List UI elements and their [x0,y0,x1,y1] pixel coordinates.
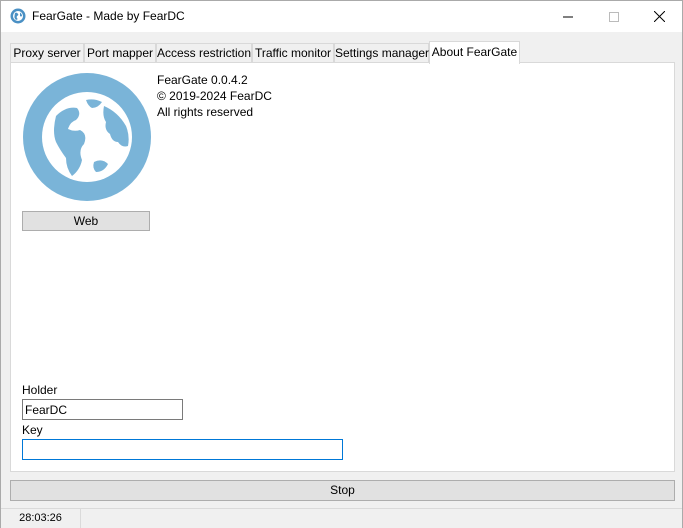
tab-label: Proxy server [13,46,81,60]
minimize-button[interactable] [545,1,591,32]
copyright-text: © 2019-2024 FearDC [157,89,272,103]
maximize-icon [609,11,619,22]
tab-label: Traffic monitor [254,46,332,60]
version-text: FearGate 0.0.4.2 [157,73,248,87]
close-icon [653,11,665,22]
tab-label: Port mapper [86,46,154,60]
minimize-icon [563,12,573,22]
tab-strip: Proxy server Port mapper Access restrict… [10,41,675,64]
window-title: FearGate - Made by FearDC [32,9,185,23]
app-window: FearGate - Made by FearDC Proxy server P… [0,0,683,528]
tab-traffic-monitor[interactable]: Traffic monitor [252,43,334,63]
tab-about-feargate[interactable]: About FearGate [429,41,520,64]
holder-input[interactable] [22,399,183,420]
stop-button[interactable]: Stop [10,480,675,501]
about-panel: FearGate 0.0.4.2 © 2019-2024 FearDC All … [10,62,675,472]
globe-icon [22,72,152,202]
tab-label: About FearGate [431,45,518,59]
tab-settings-manager[interactable]: Settings manager [334,43,429,63]
tab-label: Access restriction [157,46,252,60]
key-input[interactable] [22,439,343,460]
maximize-button[interactable] [591,1,637,32]
holder-label: Holder [22,383,58,397]
tab-proxy-server[interactable]: Proxy server [10,43,84,63]
tab-label: Settings manager [335,46,430,60]
close-button[interactable] [636,1,682,32]
elapsed-time: 28:03:26 [1,509,81,528]
tab-port-mapper[interactable]: Port mapper [84,43,156,63]
tab-access-restriction[interactable]: Access restriction [156,43,252,63]
globe-icon [10,8,26,24]
rights-text: All rights reserved [157,105,254,119]
web-button[interactable]: Web [22,211,150,231]
title-bar[interactable]: FearGate - Made by FearDC [1,1,682,32]
key-label: Key [22,423,43,437]
status-bar: 28:03:26 [1,508,682,528]
